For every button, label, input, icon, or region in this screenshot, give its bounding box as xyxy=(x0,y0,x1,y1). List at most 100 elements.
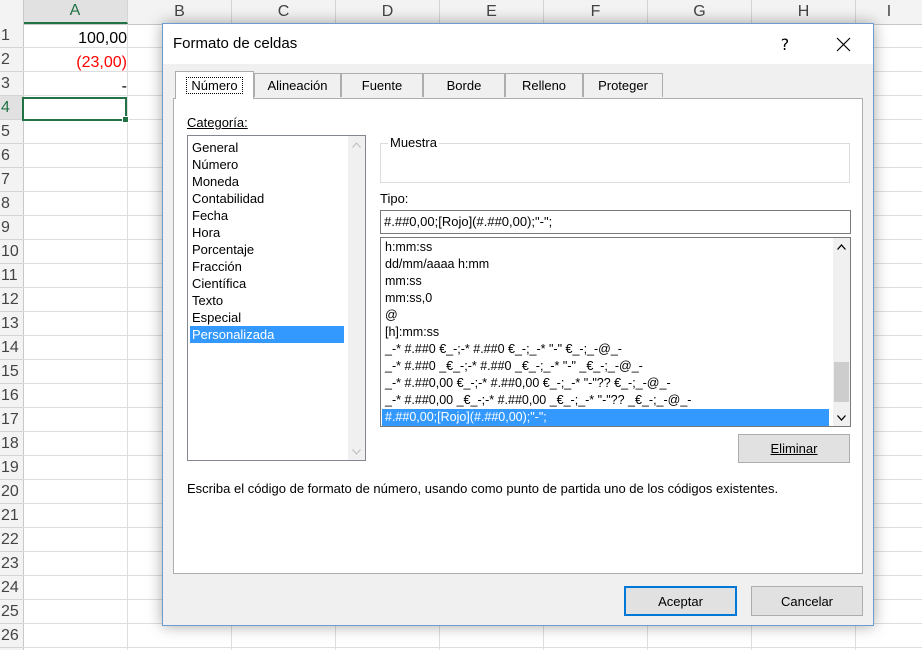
row-header-9[interactable]: 9 xyxy=(0,216,23,240)
row-header-4[interactable]: 4 xyxy=(0,96,23,120)
row-header-15[interactable]: 15 xyxy=(0,360,23,384)
category-item[interactable]: Número xyxy=(190,156,344,173)
type-label: Tipo: xyxy=(380,191,408,206)
format-code-item[interactable]: [h]:mm:ss xyxy=(382,324,829,341)
format-code-item[interactable]: h:mm:ss xyxy=(382,239,829,256)
column-header-bar: A B C D E F G H I xyxy=(0,0,922,25)
format-code-item[interactable]: #.##0,00;[Rojo](#.##0,00);"-"; xyxy=(382,409,829,426)
accept-button[interactable]: Aceptar xyxy=(624,586,737,616)
dialog-title: Formato de celdas xyxy=(173,35,298,52)
cell-a1[interactable]: 100,00 xyxy=(78,27,127,50)
row-header-16[interactable]: 16 xyxy=(0,384,23,408)
scroll-down-arrow-icon[interactable] xyxy=(348,443,365,460)
numero-tab-panel: Categoría: General Número Moneda Contabilid… xyxy=(173,98,863,574)
type-input[interactable]: #.##0,00;[Rojo](#.##0,00);"-"; xyxy=(380,210,851,234)
column-header-c[interactable]: C xyxy=(232,0,336,24)
row-header-5[interactable]: 5 xyxy=(0,120,23,144)
column-header-f[interactable]: F xyxy=(544,0,648,24)
row-header-1[interactable]: 1 xyxy=(0,24,23,48)
format-code-list[interactable]: h:mm:ss dd/mm/aaaa h:mm mm:ss mm:ss,0 @ [h]:m… xyxy=(380,237,851,427)
format-code-item[interactable]: _-* #.##0,00 €_-;-* #.##0,00 €_-;_-* "-"… xyxy=(382,375,829,392)
tab-alineacion[interactable]: Alineación xyxy=(254,73,341,97)
row-header-10[interactable]: 10 xyxy=(0,240,23,264)
row-header-3[interactable]: 3 xyxy=(0,72,23,96)
row-header-21[interactable]: 21 xyxy=(0,504,23,528)
delete-button-label: Eliminar xyxy=(770,441,818,456)
tab-fuente[interactable]: Fuente xyxy=(341,73,423,97)
format-code-item[interactable]: _-* #.##0 €_-;-* #.##0 €_-;_-* "-" €_-;_… xyxy=(382,341,829,358)
format-code-item[interactable]: _-* #.##0 _€_-;-* #.##0 _€_-;_-* "-" _€_… xyxy=(382,358,829,375)
row-header-20[interactable]: 20 xyxy=(0,480,23,504)
format-cells-dialog: Formato de celdas ? Número Alineación Fu… xyxy=(162,23,874,626)
row-header-26[interactable]: 26 xyxy=(0,624,23,648)
row-header-19[interactable]: 19 xyxy=(0,456,23,480)
row-header-11[interactable]: 11 xyxy=(0,264,23,288)
delete-button[interactable]: Eliminar xyxy=(738,434,850,463)
format-code-item[interactable]: @ xyxy=(382,307,829,324)
category-item[interactable]: Científica xyxy=(190,275,344,292)
category-scrollbar[interactable] xyxy=(348,136,365,460)
row-header-2[interactable]: 2 xyxy=(0,48,23,72)
select-all-corner[interactable] xyxy=(0,0,24,24)
active-cell-a4[interactable] xyxy=(22,97,129,123)
format-list-scrollbar[interactable] xyxy=(833,238,850,426)
row-header-bar: 1 2 3 4 5 6 7 8 9 10 11 12 13 14 15 16 17 18 19 20 21 22 23 24 2… xyxy=(0,24,24,650)
row-header-12[interactable]: 12 xyxy=(0,288,23,312)
gridline-horizontal xyxy=(23,647,922,648)
category-item[interactable]: Contabilidad xyxy=(190,190,344,207)
category-item[interactable]: Fracción xyxy=(190,258,344,275)
column-header-e[interactable]: E xyxy=(440,0,544,24)
category-item[interactable]: Texto xyxy=(190,292,344,309)
category-label: Categoría: xyxy=(187,115,248,130)
format-code-item[interactable]: mm:ss,0 xyxy=(382,290,829,307)
row-header-25[interactable]: 25 xyxy=(0,600,23,624)
row-header-7[interactable]: 7 xyxy=(0,168,23,192)
tab-proteger[interactable]: Proteger xyxy=(583,73,663,97)
row-header-23[interactable]: 23 xyxy=(0,552,23,576)
column-header-d[interactable]: D xyxy=(336,0,440,24)
cell-a3[interactable]: - xyxy=(122,75,127,98)
category-item[interactable]: Moneda xyxy=(190,173,344,190)
cancel-button[interactable]: Cancelar xyxy=(751,586,863,616)
category-item[interactable]: General xyxy=(190,139,344,156)
row-header-6[interactable]: 6 xyxy=(0,144,23,168)
dialog-titlebar[interactable]: Formato de celdas ? xyxy=(163,24,873,64)
category-list[interactable]: General Número Moneda Contabilidad Fecha Hora… xyxy=(187,135,366,461)
sample-label: Muestra xyxy=(388,135,439,150)
row-header-24[interactable]: 24 xyxy=(0,576,23,600)
category-item[interactable]: Fecha xyxy=(190,207,344,224)
row-header-18[interactable]: 18 xyxy=(0,432,23,456)
row-header-13[interactable]: 13 xyxy=(0,312,23,336)
row-header-8[interactable]: 8 xyxy=(0,192,23,216)
row-header-14[interactable]: 14 xyxy=(0,336,23,360)
tab-numero[interactable]: Número xyxy=(175,71,254,99)
category-item[interactable]: Personalizada xyxy=(190,326,344,343)
scroll-thumb[interactable] xyxy=(834,362,849,402)
row-header-22[interactable]: 22 xyxy=(0,528,23,552)
row-header-17[interactable]: 17 xyxy=(0,408,23,432)
scroll-up-arrow-icon[interactable] xyxy=(348,136,365,153)
column-header-g[interactable]: G xyxy=(648,0,752,24)
category-item[interactable]: Porcentaje xyxy=(190,241,344,258)
format-code-item[interactable]: mm:ss xyxy=(382,273,829,290)
column-header-a[interactable]: A xyxy=(23,0,128,24)
tab-numero-label: Número xyxy=(186,77,243,94)
close-button[interactable] xyxy=(821,30,865,58)
format-code-item[interactable]: _-* #.##0,00 _€_-;-* #.##0,00 _€_-;_-* "… xyxy=(382,392,829,409)
type-label-text: Tipo: xyxy=(380,191,409,206)
category-item[interactable]: Hora xyxy=(190,224,344,241)
cell-a2[interactable]: (23,00) xyxy=(76,51,127,74)
format-code-item[interactable]: dd/mm/aaaa h:mm xyxy=(382,256,829,273)
description-text: Escriba el código de formato de número, … xyxy=(187,481,779,496)
close-icon xyxy=(836,37,850,51)
help-button[interactable]: ? xyxy=(768,30,802,58)
column-header-h[interactable]: H xyxy=(752,0,856,24)
column-header-i[interactable]: I xyxy=(856,0,922,24)
tab-borde[interactable]: Borde xyxy=(423,73,505,97)
column-header-b[interactable]: B xyxy=(128,0,232,24)
category-item[interactable]: Especial xyxy=(190,309,344,326)
scroll-up-arrow-icon[interactable] xyxy=(833,238,850,255)
sample-box xyxy=(380,143,850,183)
tab-relleno[interactable]: Relleno xyxy=(505,73,583,97)
scroll-down-arrow-icon[interactable] xyxy=(833,409,850,426)
